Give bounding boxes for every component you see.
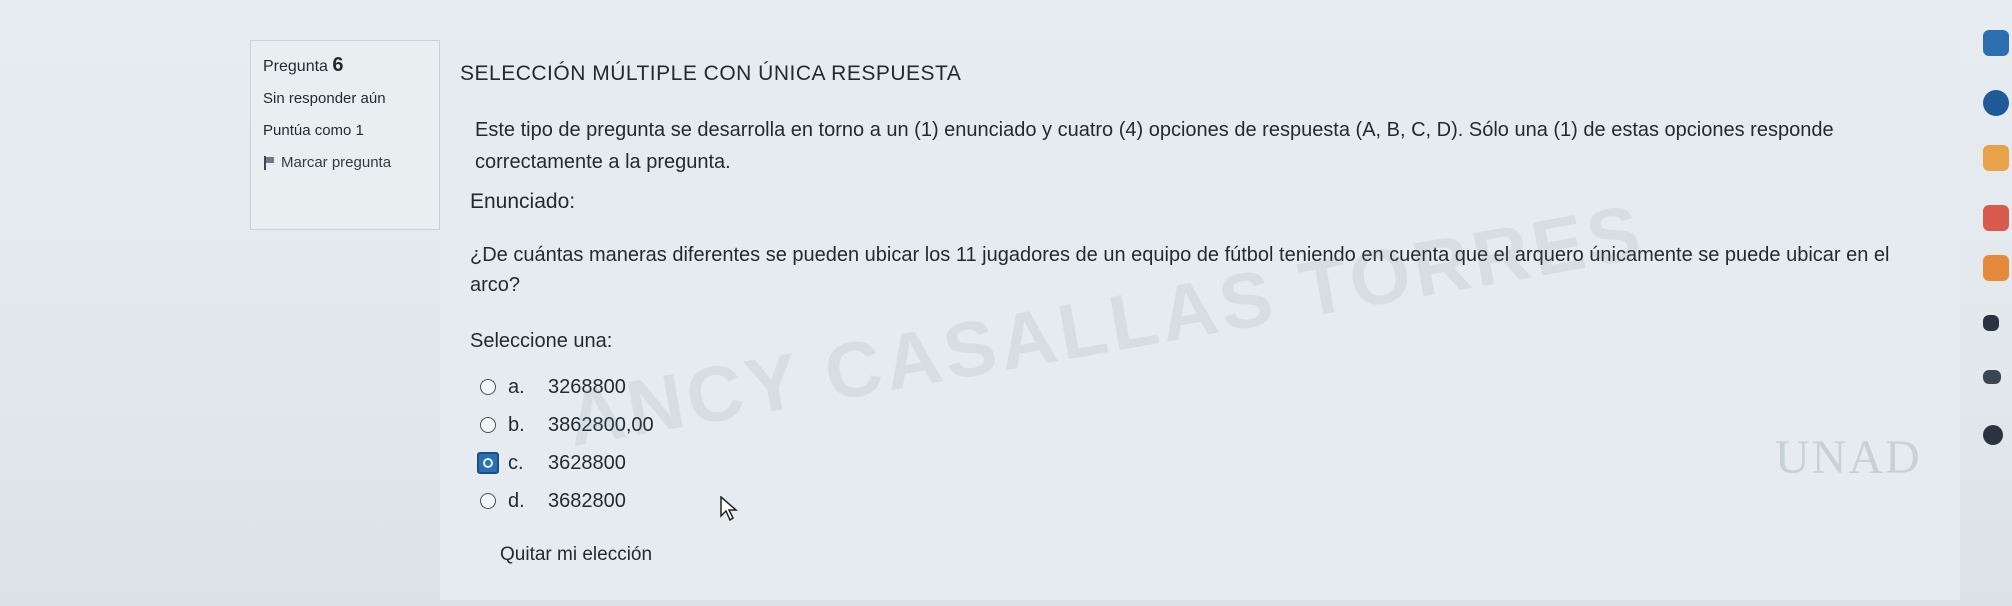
flag-label: Marcar pregunta: [281, 154, 392, 171]
reader-icon[interactable]: [1983, 90, 2009, 116]
calendar-icon[interactable]: [1983, 145, 2009, 171]
answer-option-d[interactable]: d. 3682800: [480, 482, 654, 520]
option-value: 3268800: [548, 375, 626, 398]
question-content: Selección múltiple con única respuesta E…: [440, 40, 1960, 600]
help-icon[interactable]: [1983, 425, 2003, 445]
question-score: Puntúa como 1: [263, 122, 364, 139]
side-toolbar: [1975, 0, 2012, 606]
unad-logo: UNAD: [1775, 431, 1922, 484]
radio-button-selected[interactable]: [477, 452, 499, 474]
select-one-label: Seleccione una:: [470, 330, 613, 352]
flag-icon: [263, 156, 275, 170]
option-value: 3862800,00: [548, 413, 654, 436]
clear-choice-link[interactable]: Quitar mi elección: [500, 544, 652, 566]
home-icon[interactable]: [1983, 30, 2009, 56]
answer-option-c[interactable]: c. 3628800: [477, 444, 654, 482]
question-title: Selección múltiple con única respuesta: [460, 62, 962, 85]
option-value: 3628800: [548, 451, 626, 474]
question-number-line: Pregunta 6: [263, 55, 427, 77]
back-icon[interactable]: [1983, 370, 2001, 384]
option-letter: b.: [508, 413, 525, 436]
answer-option-b[interactable]: b. 3862800,00: [480, 406, 654, 444]
option-letter: d.: [508, 489, 525, 512]
radio-button[interactable]: [480, 493, 496, 509]
chat-icon[interactable]: [1983, 255, 2009, 281]
radio-button[interactable]: [480, 417, 496, 433]
option-letter: c.: [508, 451, 524, 474]
expand-icon[interactable]: [1983, 315, 1999, 331]
flag-question-link[interactable]: Marcar pregunta: [263, 153, 391, 173]
question-status: Sin responder aún: [263, 90, 386, 107]
question-instructions: Este tipo de pregunta se desarrolla en t…: [475, 119, 1834, 173]
mouse-cursor-icon: [720, 496, 738, 522]
question-number: 6: [332, 54, 344, 76]
option-letter: a.: [508, 375, 525, 398]
answer-options: a. 3268800 b. 3862800,00 c. 3628800 d. 3…: [477, 368, 654, 520]
question-text: ¿De cuántas maneras diferentes se pueden…: [470, 244, 1890, 296]
enunciado-label: Enunciado:: [470, 190, 576, 213]
answer-option-a[interactable]: a. 3268800: [480, 368, 654, 406]
radio-button[interactable]: [480, 379, 496, 395]
question-info-box: Pregunta 6 Sin responder aún Puntúa como…: [250, 40, 440, 230]
option-value: 3682800: [548, 489, 626, 512]
mail-icon[interactable]: [1983, 205, 2009, 231]
question-label: Pregunta: [263, 58, 328, 75]
